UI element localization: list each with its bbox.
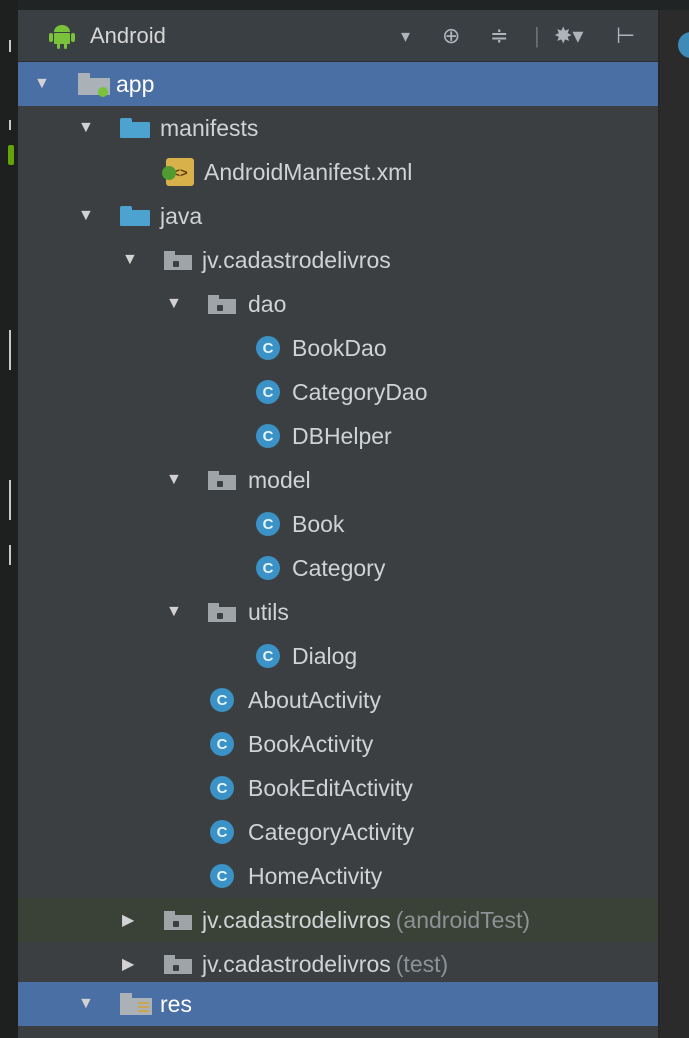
tree-item-label: utils [248, 598, 289, 625]
expand-arrow-icon[interactable]: ▼ [78, 194, 94, 238]
editor-tab-icon[interactable] [678, 32, 689, 58]
tree-item-label: app [116, 70, 155, 97]
tree-item-manifests[interactable]: ▼ manifests [18, 106, 658, 150]
tree-item-label: AboutActivity [248, 686, 381, 713]
tree-item-label: manifests [160, 114, 259, 141]
tree-item-label: CategoryDao [292, 378, 428, 405]
class-icon: C [256, 380, 280, 404]
folder-icon [120, 206, 150, 226]
class-icon: C [210, 864, 234, 888]
class-icon: C [256, 556, 280, 580]
editor-area [658, 10, 689, 1038]
package-icon [208, 603, 236, 622]
tree-item-dialog[interactable]: C Dialog [18, 634, 658, 678]
expand-arrow-icon[interactable]: ▼ [166, 458, 182, 502]
tree-item-bookdao[interactable]: C BookDao [18, 326, 658, 370]
tree-item-label: dao [248, 290, 287, 317]
tree-item-utils[interactable]: ▼ utils [18, 590, 658, 634]
package-icon [164, 955, 192, 974]
dropdown-icon[interactable]: ▾ [401, 10, 410, 62]
tree-item-book[interactable]: C Book [18, 502, 658, 546]
gutter-marker [9, 480, 11, 520]
android-icon [48, 10, 76, 62]
tree-item-label: CategoryActivity [248, 818, 415, 845]
tree-item-label: BookActivity [248, 730, 374, 757]
tree-item-label: Book [292, 510, 345, 537]
tree-item-label: AndroidManifest.xml [204, 158, 413, 185]
tree-item-bookactivity[interactable]: C BookActivity [18, 722, 658, 766]
gutter-marker [9, 40, 11, 52]
resource-folder-icon [120, 993, 152, 1015]
tree-item-android-manifest[interactable]: <> AndroidManifest.xml [18, 150, 658, 194]
class-icon: C [210, 732, 234, 756]
tree-item-categorydao[interactable]: C CategoryDao [18, 370, 658, 414]
class-icon: C [210, 688, 234, 712]
tree-item-partial [18, 1026, 658, 1038]
tree-item-label: java [160, 202, 203, 229]
tree-item-app[interactable]: ▼ app [18, 62, 658, 106]
class-icon: C [256, 424, 280, 448]
source-set-suffix: (androidTest) [395, 906, 530, 933]
tree-item-label: jv.cadastrodelivros (test) [202, 950, 449, 977]
expand-arrow-icon[interactable]: ▼ [78, 106, 94, 150]
expand-arrow-icon[interactable]: ▼ [166, 282, 182, 326]
locate-icon[interactable]: ⊕ [442, 10, 460, 62]
settings-icon[interactable]: ✸▾ [554, 10, 583, 62]
gutter-change-marker [8, 145, 14, 165]
tree-item-label: jv.cadastrodelivros (androidTest) [202, 906, 530, 933]
class-icon: C [210, 820, 234, 844]
hide-icon[interactable]: ⊢ [616, 10, 635, 62]
manifest-file-icon: <> [162, 158, 194, 186]
tree-item-res[interactable]: ▼ res [18, 982, 658, 1026]
tree-item-package-test[interactable]: ▶ jv.cadastrodelivros (test) [18, 942, 658, 986]
tree-item-label: Dialog [292, 642, 358, 669]
project-toolbar: Android ▾ ⊕ ≑ | ✸▾ ⊢ [18, 10, 658, 62]
tree-item-categoryactivity[interactable]: C CategoryActivity [18, 810, 658, 854]
collapse-icon[interactable]: ≑ [490, 10, 508, 62]
tree-item-homeactivity[interactable]: C HomeActivity [18, 854, 658, 898]
tree-item-label: BookDao [292, 334, 387, 361]
folder-icon [120, 118, 150, 138]
expand-arrow-icon[interactable]: ▼ [122, 238, 138, 282]
class-icon: C [256, 512, 280, 536]
package-icon [164, 251, 192, 270]
expand-arrow-icon[interactable]: ▼ [78, 982, 94, 1026]
tree-item-bookeditactivity[interactable]: C BookEditActivity [18, 766, 658, 810]
collapse-arrow-icon[interactable]: ▶ [122, 898, 134, 942]
class-icon: C [256, 336, 280, 360]
gutter-marker [9, 330, 11, 370]
tree-item-package-androidtest[interactable]: ▶ jv.cadastrodelivros (androidTest) [18, 898, 658, 942]
tree-item-aboutactivity[interactable]: C AboutActivity [18, 678, 658, 722]
module-icon [78, 73, 110, 97]
tree-item-label: res [160, 990, 192, 1017]
tree-item-dbhelper[interactable]: C DBHelper [18, 414, 658, 458]
tree-item-label: DBHelper [292, 422, 392, 449]
expand-arrow-icon[interactable]: ▼ [166, 590, 182, 634]
expand-arrow-icon[interactable]: ▼ [34, 62, 50, 106]
window-top-strip [18, 0, 689, 10]
package-icon [164, 911, 192, 930]
package-icon [208, 295, 236, 314]
toolbar-separator: | [534, 23, 540, 48]
class-icon: C [210, 776, 234, 800]
editor-gutter [0, 0, 19, 1038]
gutter-marker [9, 120, 11, 130]
tree-item-label: jv.cadastrodelivros [202, 246, 391, 273]
tree-item-label: Category [292, 554, 386, 581]
tree-item-dao[interactable]: ▼ dao [18, 282, 658, 326]
collapse-arrow-icon[interactable]: ▶ [122, 942, 134, 986]
tree-item-package[interactable]: ▼ jv.cadastrodelivros [18, 238, 658, 282]
tree-item-label: BookEditActivity [248, 774, 413, 801]
tree-item-label: HomeActivity [248, 862, 383, 889]
class-icon: C [256, 644, 280, 668]
package-icon [208, 471, 236, 490]
tree-item-model[interactable]: ▼ model [18, 458, 658, 502]
tree-item-label: model [248, 466, 311, 493]
project-tree: ▼ app ▼ manifests <> AndroidManifest.xml… [18, 62, 658, 1038]
tree-item-java[interactable]: ▼ java [18, 194, 658, 238]
source-set-suffix: (test) [395, 950, 449, 977]
gutter-marker [9, 545, 11, 565]
tree-item-category[interactable]: C Category [18, 546, 658, 590]
view-mode-title[interactable]: Android [90, 10, 166, 62]
